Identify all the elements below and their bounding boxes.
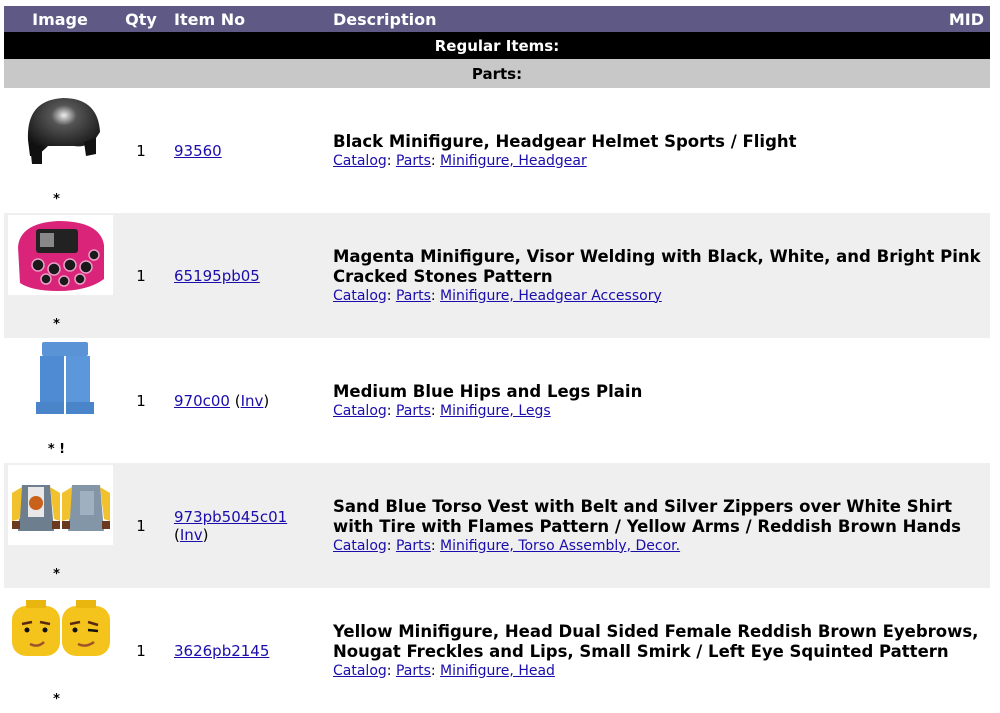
item-no-link[interactable]: 973pb5045c01 [174, 508, 287, 526]
parts-link[interactable]: Parts [396, 403, 431, 419]
item-marker: * [53, 567, 60, 582]
item-no-cell: 3626pb2145 [166, 588, 325, 713]
item-no-link[interactable]: 3626pb2145 [174, 642, 269, 660]
item-no-cell: 973pb5045c01 (Inv) [166, 463, 325, 588]
catalog-link[interactable]: Catalog [333, 403, 387, 419]
header-item-no: Item No [166, 6, 325, 32]
category-link[interactable]: Minifigure, Torso Assembly, Decor. [440, 538, 680, 554]
category-link[interactable]: Minifigure, Headgear Accessory [440, 288, 662, 304]
inventory-page: Image Qty Item No Description MID Regula… [0, 0, 1000, 712]
item-no-link[interactable]: 93560 [174, 142, 222, 160]
parts-link[interactable]: Parts [396, 538, 431, 554]
inventory-link[interactable]: Inv [180, 526, 203, 544]
item-no-link[interactable]: 65195pb05 [174, 267, 260, 285]
category-link[interactable]: Minifigure, Headgear [440, 153, 587, 169]
item-marker: * [53, 317, 60, 332]
item-qty: 1 [136, 641, 146, 660]
item-marker: * ! [47, 442, 66, 457]
item-image-cell: * ! [4, 338, 116, 463]
item-image-cell: * [4, 463, 116, 588]
catalog-link[interactable]: Catalog [333, 288, 387, 304]
parts-link[interactable]: Parts [396, 153, 431, 169]
item-description-cell: Medium Blue Hips and Legs Plain Catalog:… [325, 338, 990, 463]
header-mid: MID [920, 6, 990, 32]
item-description-cell: Magenta Minifigure, Visor Welding with B… [325, 213, 990, 338]
catalog-link[interactable]: Catalog [333, 153, 387, 169]
item-title: Magenta Minifigure, Visor Welding with B… [333, 246, 981, 286]
parts-link[interactable]: Parts [396, 663, 431, 679]
table-row: * ! 1 970c00 (Inv) Medium Blue Hips and … [4, 338, 990, 463]
table-row: * 1 65195pb05 Magenta Minifigure, Visor … [4, 213, 990, 338]
item-title: Sand Blue Torso Vest with Belt and Silve… [333, 496, 961, 536]
catalog-link[interactable]: Catalog [333, 538, 387, 554]
item-qty: 1 [116, 213, 166, 338]
section-parts-label: Parts: [4, 59, 990, 88]
section-parts: Parts: [4, 59, 990, 88]
inventory-link[interactable]: Inv [241, 392, 264, 410]
table-row: * 1 93560 Black Minifigure, Headgear Hel… [4, 88, 990, 213]
section-regular-items: Regular Items: [4, 32, 990, 59]
item-description-cell: Sand Blue Torso Vest with Belt and Silve… [325, 463, 990, 588]
item-no-cell: 93560 [166, 88, 325, 213]
item-no-cell: 65195pb05 [166, 213, 325, 338]
item-image-cell: * [4, 588, 116, 713]
magenta-welding-visor-icon[interactable] [8, 215, 113, 295]
item-qty: 1 [136, 141, 146, 160]
item-qty: 1 [116, 463, 166, 588]
sand-blue-torso-icon[interactable] [8, 465, 113, 545]
item-qty: 1 [136, 391, 146, 410]
catalog-link[interactable]: Catalog [333, 663, 387, 679]
table-header-row: Image Qty Item No Description MID [4, 6, 990, 32]
item-marker: * [53, 192, 60, 207]
item-description-cell: Black Minifigure, Headgear Helmet Sports… [325, 88, 990, 213]
table-row: * 1 973pb5045c01 (Inv) Sand Blue Torso V… [4, 463, 990, 588]
medium-blue-legs-icon[interactable] [8, 340, 113, 420]
category-link[interactable]: Minifigure, Head [440, 663, 555, 679]
item-image-cell: * [4, 213, 116, 338]
section-regular-label: Regular Items: [4, 32, 990, 59]
item-no-cell: 970c00 (Inv) [174, 391, 270, 410]
header-image: Image [4, 6, 116, 32]
header-qty: Qty [116, 6, 166, 32]
table-row: * 1 3626pb2145 Yellow Minifigure, Head D… [4, 588, 990, 713]
item-image-cell: * [4, 88, 116, 213]
category-link[interactable]: Minifigure, Legs [440, 403, 551, 419]
item-title: Black Minifigure, Headgear Helmet Sports… [333, 131, 797, 151]
yellow-dual-sided-head-icon[interactable] [8, 590, 113, 670]
header-description: Description [325, 6, 920, 32]
inventory-table: Image Qty Item No Description MID Regula… [4, 6, 990, 713]
item-no-link[interactable]: 970c00 [174, 392, 230, 410]
item-title: Yellow Minifigure, Head Dual Sided Femal… [333, 621, 979, 661]
black-sports-helmet-icon[interactable] [8, 90, 113, 170]
item-title: Medium Blue Hips and Legs Plain [333, 381, 643, 401]
parts-link[interactable]: Parts [396, 288, 431, 304]
item-marker: * [53, 692, 60, 707]
item-description-cell: Yellow Minifigure, Head Dual Sided Femal… [325, 588, 990, 713]
